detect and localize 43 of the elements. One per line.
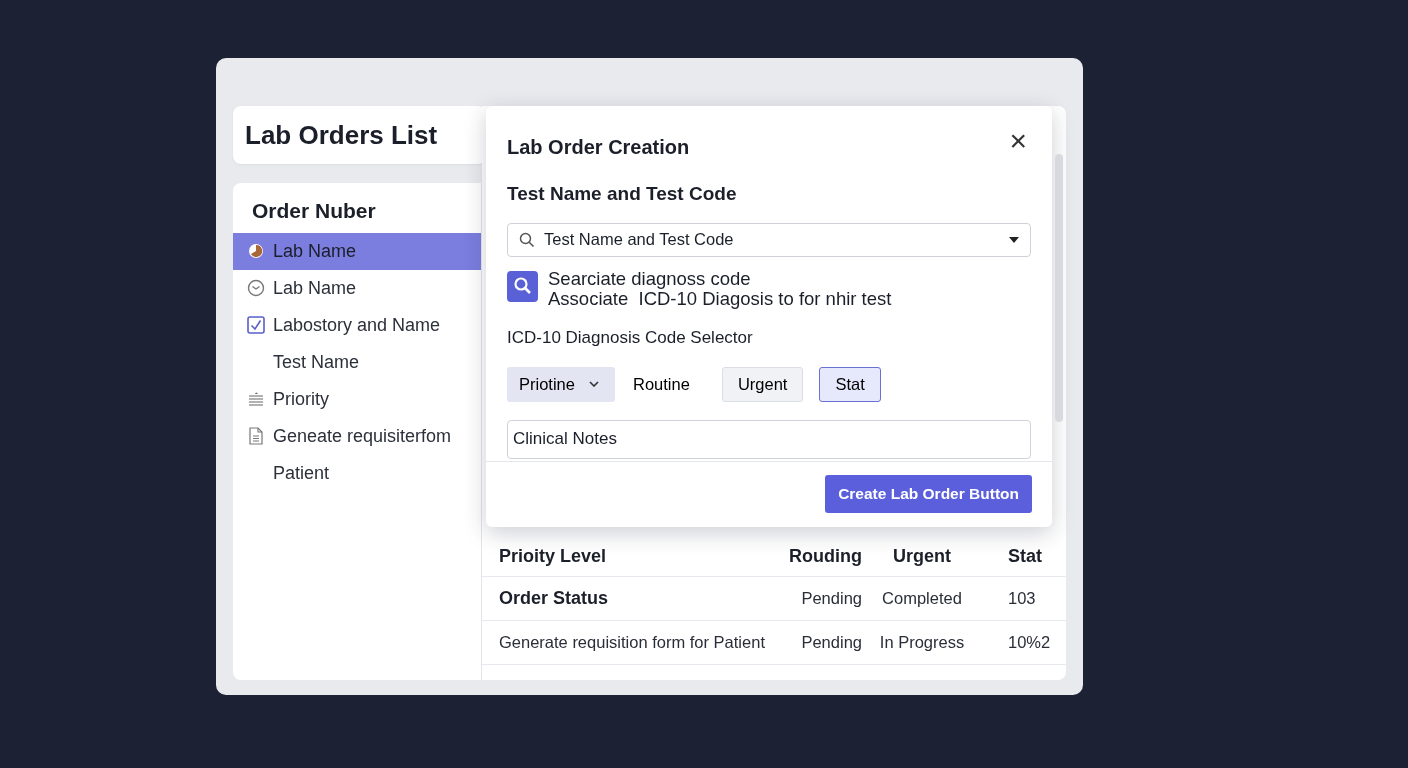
document-icon: [247, 427, 265, 445]
column-header: Urgent: [862, 537, 982, 577]
table-cell: Completed: [862, 577, 982, 621]
table-cell: Generate requisition form for Patient: [482, 621, 767, 665]
clock-icon: [247, 279, 265, 297]
selector-label: ICD-10 Diagnosis Code Selector: [507, 327, 754, 350]
column-header: Prioity Level: [482, 537, 767, 577]
table-cell: Order Status: [482, 577, 767, 621]
column-header: Stat: [982, 537, 1066, 577]
sidebar-item[interactable]: Lab Name: [233, 269, 481, 307]
list-lines-icon: [247, 390, 265, 408]
priority-option[interactable]: Routine: [617, 366, 706, 402]
sidebar-item[interactable]: Patient: [233, 454, 481, 492]
sidebar-heading: Order Nuber: [251, 198, 377, 224]
search-icon: [507, 270, 538, 302]
dropdown-caret-icon: [1008, 235, 1020, 244]
sidebar-item[interactable]: Lab Name: [233, 232, 481, 270]
table-cell: Pending: [767, 577, 862, 621]
caret-icon: [588, 381, 599, 388]
column-header: Rouding: [767, 537, 862, 577]
sidebar-item[interactable]: Labostory and Name: [233, 306, 481, 344]
table-cell: 10%2: [982, 621, 1066, 665]
search-icon: [518, 230, 536, 249]
clinical-notes-field[interactable]: Clinical Notes: [507, 419, 1031, 459]
checkbox[interactable]: [247, 316, 265, 334]
pie-chart-icon: [247, 242, 265, 260]
sidebar-item[interactable]: Geneate requisiterfom: [233, 417, 481, 455]
diagnosis-search-label: Searciate diagnoss code: [548, 268, 752, 289]
priority-option[interactable]: Stat: [819, 366, 881, 402]
create-order-button[interactable]: Create Lab Order Button: [825, 475, 1032, 513]
diagnosis-description: Associate ICD-10 Diagosis to for nhir test: [548, 288, 892, 310]
table-cell: In Progress: [862, 621, 982, 665]
sidebar-item[interactable]: Priority: [233, 380, 481, 418]
table-cell: 103: [982, 577, 1066, 621]
table-cell: Pending: [767, 621, 862, 665]
close-button[interactable]: ×: [1005, 126, 1031, 156]
scrollbar[interactable]: [1055, 154, 1063, 422]
section-title: Test Name and Test Code: [507, 182, 738, 206]
priority-dropdown[interactable]: Priotine: [507, 366, 615, 402]
priority-option[interactable]: Urgent: [721, 366, 804, 402]
sidebar-item[interactable]: Test Name: [233, 343, 481, 381]
dialog-title: Lab Order Creation: [507, 135, 690, 160]
test-search-field[interactable]: Test Name and Test Code: [507, 222, 1031, 257]
